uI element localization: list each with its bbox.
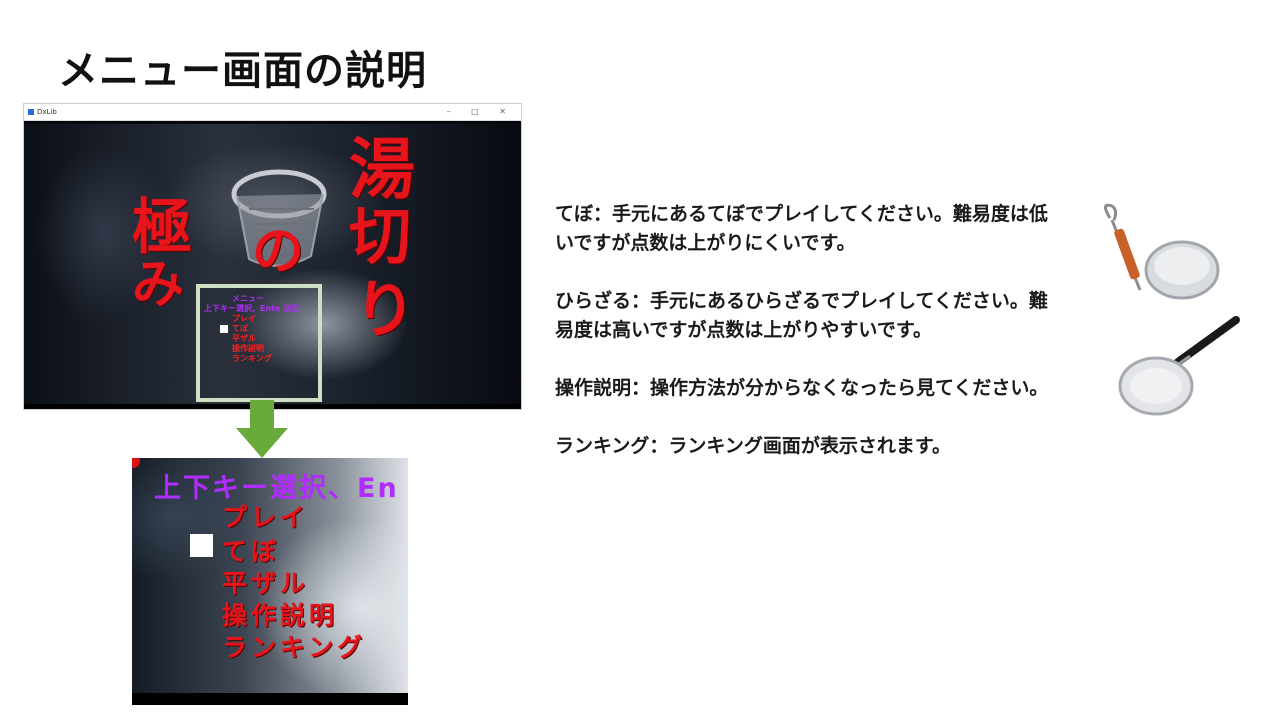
zoom-menu-item-play: プレイ	[222, 503, 310, 532]
zoom-menu-item-ranking: ランキング	[222, 633, 367, 662]
title-kanji-no: の	[252, 221, 305, 282]
app-icon	[28, 109, 34, 115]
red-marker	[132, 458, 140, 468]
title-kanji-mi: み	[132, 254, 185, 315]
window-titlebar: DxLib – □ ✕	[24, 104, 521, 121]
title-kanji-ri: り	[354, 273, 417, 346]
tebo-strainer-image	[1104, 203, 1220, 300]
zoom-menu-item-hirazaru: 平ザル	[222, 569, 310, 598]
zoom-menu-item-instructions: 操作説明	[222, 601, 339, 630]
flat-strainer-image	[1118, 316, 1240, 416]
window-title: DxLib	[37, 108, 57, 116]
zoom-menu-item-tebo: てぼ	[222, 537, 281, 566]
zoom-selection-cursor	[190, 534, 213, 557]
zoomed-menu-crop: 上下キー選択、En プレイ てぼ 平ザル 操作説明 ランキング	[132, 458, 408, 705]
desc-ranking: ランキング：ランキング画面が表示されます。	[555, 435, 951, 457]
menu-descriptions: てぼ：手元にあるてぼでプレイしてください。難易度は低いですが点数は上がりにくいで…	[555, 200, 1065, 490]
desc-hirazaru: ひらざる：手元にあるひらざるでプレイしてください。難易度は高いですが点数は上がり…	[555, 290, 1048, 341]
slide-title: メニュー画面の説明	[58, 48, 427, 94]
zoom-bottom-bar	[132, 693, 408, 705]
window-controls[interactable]: – □ ✕	[447, 104, 515, 120]
highlight-frame	[196, 284, 322, 402]
desc-tebo: てぼ：手元にあるてぼでプレイしてください。難易度は低いですが点数は上がりにくいで…	[555, 203, 1048, 254]
desc-instructions: 操作説明：操作方法が分からなくなったら見てください。	[555, 377, 1049, 399]
down-arrow-icon	[236, 400, 288, 458]
